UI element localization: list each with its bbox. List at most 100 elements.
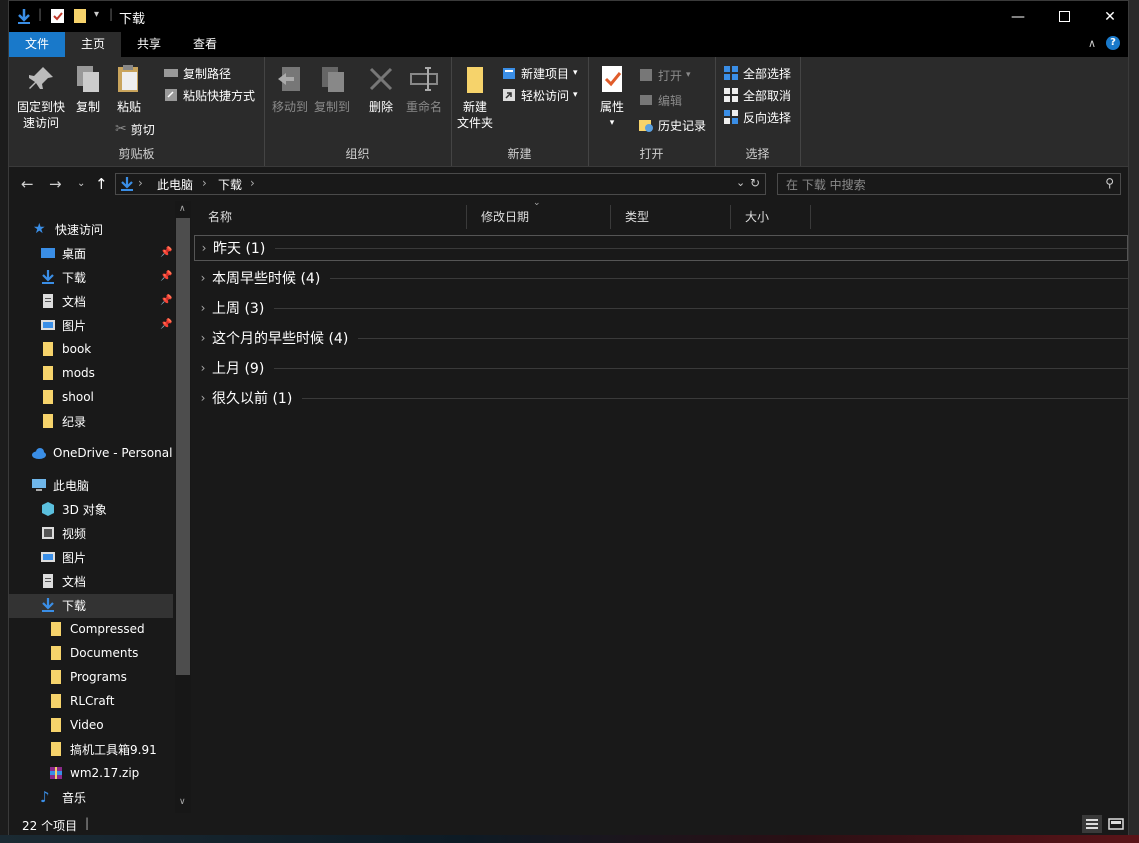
search-icon[interactable]: ⚲ xyxy=(1105,176,1114,190)
open-group: 属性 ▾ 打开 ▾ 编辑 历史记录 打开 xyxy=(588,57,716,166)
nav-music[interactable]: ♪ 音乐 xyxy=(40,785,86,809)
select-all-button[interactable]: 全部选择 xyxy=(723,63,791,83)
maximize-button[interactable] xyxy=(1041,1,1087,32)
minimize-button[interactable]: — xyxy=(995,1,1041,32)
nav-folder-documents[interactable]: Documents xyxy=(48,641,138,665)
nav-pictures[interactable]: 图片 xyxy=(40,313,86,337)
chevron-up-icon[interactable]: ∧ xyxy=(1088,37,1096,50)
cut-button[interactable]: ✂ 剪切 xyxy=(115,119,155,139)
nav-folder-record[interactable]: 纪录 xyxy=(40,409,86,433)
nav-folder-shool[interactable]: shool xyxy=(40,385,94,409)
nav-pc-downloads[interactable]: 下载 xyxy=(40,593,86,617)
recent-locations-chevron-icon[interactable]: ⌄ xyxy=(77,178,85,189)
address-bar[interactable]: › 此电脑 › 下载 › ⌄ ↻ xyxy=(115,173,766,195)
new-folder-icon[interactable] xyxy=(71,7,89,25)
nav-desktop[interactable]: 桌面 xyxy=(40,241,86,265)
pin-label-1: 固定到快 xyxy=(16,100,65,114)
nav-folder-book[interactable]: book xyxy=(40,337,91,361)
nav-label: 视频 xyxy=(62,526,87,541)
column-header-size[interactable]: 大小 xyxy=(731,205,811,229)
refresh-icon[interactable]: ↻ xyxy=(750,176,760,190)
nav-documents[interactable]: 文档 xyxy=(40,289,86,313)
tab-home[interactable]: 主页 xyxy=(65,32,121,57)
paste-shortcut-button[interactable]: 粘贴快捷方式 xyxy=(163,85,255,105)
invert-selection-button[interactable]: 反向选择 xyxy=(723,107,791,127)
copy-to-button[interactable]: 复制到 xyxy=(312,63,352,115)
nav-folder-compressed[interactable]: Compressed xyxy=(48,617,145,641)
copy-button[interactable]: 复制 xyxy=(73,63,103,115)
new-folder-button[interactable]: 新建 文件夹 xyxy=(455,63,495,131)
properties-icon[interactable] xyxy=(49,7,67,25)
select-none-button[interactable]: 全部取消 xyxy=(723,85,791,105)
copy-to-label: 复制到 xyxy=(313,100,350,114)
details-view-icon[interactable] xyxy=(1082,815,1102,833)
back-arrow-icon[interactable]: ← xyxy=(21,175,34,193)
close-button[interactable]: ✕ xyxy=(1087,1,1133,32)
group-divider xyxy=(275,247,1127,249)
dropdown-icon: ▾ xyxy=(573,68,578,78)
move-to-button[interactable]: 移动到 xyxy=(270,63,310,115)
nav-folder-programs[interactable]: Programs xyxy=(48,665,127,689)
title-bar[interactable]: | ▾ | 下载 — ✕ xyxy=(9,1,1128,32)
nav-folder-toolbox[interactable]: 搞机工具箱9.91 xyxy=(48,737,157,761)
column-header-type[interactable]: 类型 xyxy=(611,205,731,229)
copy-path-button[interactable]: 复制路径 xyxy=(163,63,231,83)
customize-quick-access-icon[interactable]: ▾ xyxy=(94,9,99,20)
pin-icon[interactable]: 📌 xyxy=(160,271,172,282)
nav-scrollbar-thumb[interactable] xyxy=(176,218,190,675)
rename-button[interactable]: 重命名 xyxy=(404,63,444,115)
tab-view[interactable]: 查看 xyxy=(177,32,233,57)
column-header-date[interactable]: 修改日期 xyxy=(467,205,611,229)
address-history-chevron-icon[interactable]: ⌄ xyxy=(736,176,745,189)
scroll-up-icon[interactable]: ∧ xyxy=(179,204,186,214)
nav-this-pc[interactable]: 此电脑 xyxy=(31,473,89,497)
nav-file-zip[interactable]: wm2.17.zip xyxy=(48,761,139,785)
nav-videos[interactable]: 视频 xyxy=(40,521,86,545)
pin-icon[interactable]: 📌 xyxy=(160,247,172,258)
tab-share[interactable]: 共享 xyxy=(121,32,177,57)
pin-icon[interactable]: 📌 xyxy=(160,319,172,330)
nav-downloads[interactable]: 下载 xyxy=(40,265,86,289)
group-header-long-ago[interactable]: › 很久以前 (1) xyxy=(194,385,1128,411)
nav-quick-access[interactable]: ★ 快速访问 xyxy=(33,217,103,241)
column-header-name[interactable]: 名称 xyxy=(194,205,467,229)
breadcrumb-separator-icon[interactable]: › xyxy=(138,176,143,190)
forward-arrow-icon[interactable]: → xyxy=(49,175,62,193)
breadcrumb-downloads[interactable]: 下载 xyxy=(218,176,242,193)
scroll-down-icon[interactable]: ∨ xyxy=(179,797,186,807)
nav-folder-mods[interactable]: mods xyxy=(40,361,95,385)
help-icon[interactable]: ? xyxy=(1106,36,1120,50)
nav-3d-objects[interactable]: 3D 对象 xyxy=(40,497,107,521)
group-header-last-month[interactable]: › 上月 (9) xyxy=(194,355,1128,381)
group-header-last-week[interactable]: › 上周 (3) xyxy=(194,295,1128,321)
properties-button[interactable]: 属性 ▾ xyxy=(594,63,630,131)
folder-icon xyxy=(51,670,61,684)
history-button[interactable]: 历史记录 xyxy=(638,115,706,135)
open-icon xyxy=(640,69,652,81)
pin-icon[interactable]: 📌 xyxy=(160,295,172,306)
search-box[interactable]: ⚲ xyxy=(777,173,1121,195)
tab-file[interactable]: 文件 xyxy=(9,32,65,57)
paste-button[interactable]: 粘贴 xyxy=(113,63,145,115)
nav-folder-rlcraft[interactable]: RLCraft xyxy=(48,689,114,713)
group-header-earlier-this-month[interactable]: › 这个月的早些时候 (4) xyxy=(194,325,1128,351)
open-button[interactable]: 打开 ▾ xyxy=(638,65,691,85)
new-item-button[interactable]: 新建项目 ▾ xyxy=(501,63,578,83)
delete-button[interactable]: 删除 xyxy=(366,63,396,115)
pin-quick-access-button[interactable]: 固定到快 速访问 xyxy=(15,63,67,131)
nav-pc-documents[interactable]: 文档 xyxy=(40,569,86,593)
nav-pc-pictures[interactable]: 图片 xyxy=(40,545,86,569)
up-arrow-icon[interactable]: ↑ xyxy=(95,175,108,193)
breadcrumb-this-pc[interactable]: 此电脑 xyxy=(157,176,193,193)
breadcrumb-separator-icon[interactable]: › xyxy=(250,176,255,190)
nav-folder-video[interactable]: Video xyxy=(48,713,104,737)
group-header-earlier-this-week[interactable]: › 本周早些时候 (4) xyxy=(194,265,1128,291)
folder-icon xyxy=(43,414,53,428)
group-header-yesterday[interactable]: › 昨天 (1) xyxy=(194,235,1128,261)
easy-access-button[interactable]: 轻松访问 ▾ xyxy=(501,85,578,105)
breadcrumb-separator-icon[interactable]: › xyxy=(202,176,207,190)
edit-button[interactable]: 编辑 xyxy=(638,90,682,110)
nav-onedrive[interactable]: OneDrive - Personal xyxy=(31,441,172,465)
search-input[interactable] xyxy=(784,176,1088,194)
large-icons-view-icon[interactable] xyxy=(1106,815,1126,833)
